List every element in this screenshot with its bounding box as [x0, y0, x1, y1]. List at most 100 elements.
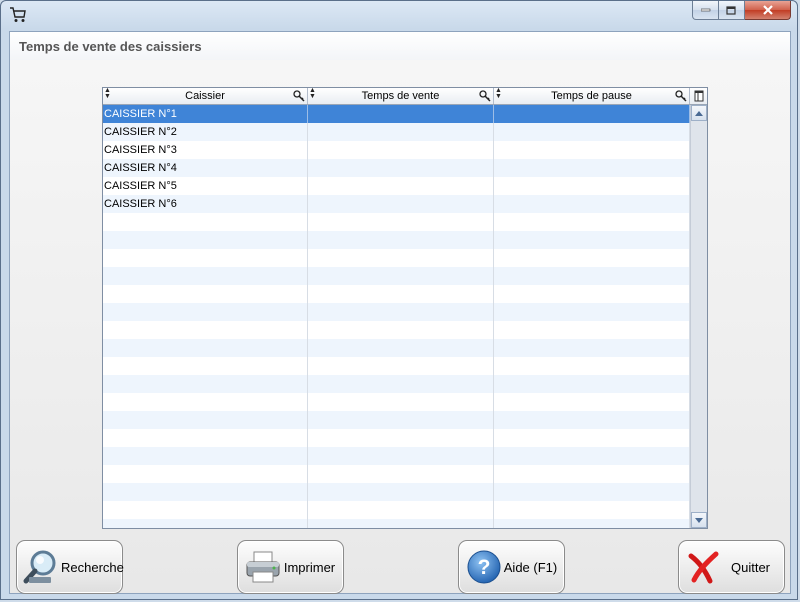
- table-cell: [308, 501, 494, 519]
- search-button[interactable]: Recherche: [16, 540, 124, 594]
- sort-arrows-icon[interactable]: ▲ ▼: [104, 88, 111, 100]
- table-cell: [308, 231, 494, 249]
- search-icon[interactable]: [479, 90, 491, 102]
- table-cell: [494, 213, 690, 231]
- close-button[interactable]: [745, 1, 791, 20]
- table-row[interactable]: [103, 267, 690, 285]
- page-title: Temps de vente des caissiers: [19, 39, 202, 54]
- table-row[interactable]: [103, 357, 690, 375]
- vertical-scrollbar[interactable]: [690, 105, 707, 528]
- magnifier-icon: [23, 550, 56, 584]
- help-icon: ?: [467, 550, 501, 584]
- help-button[interactable]: ? Aide (F1): [458, 540, 565, 594]
- table-cell: [308, 411, 494, 429]
- table-cell: [494, 501, 690, 519]
- sort-arrows-icon[interactable]: ▲ ▼: [495, 88, 502, 100]
- column-header-temps-de-pause[interactable]: ▲ ▼ Temps de pause: [494, 88, 690, 104]
- print-button-label: Imprimer: [283, 559, 336, 575]
- maximize-button[interactable]: [719, 1, 745, 20]
- table-cell: [494, 447, 690, 465]
- scroll-up-button[interactable]: [691, 105, 707, 121]
- quit-button[interactable]: Quitter: [678, 540, 785, 594]
- table-cell: [308, 393, 494, 411]
- table-cell: [308, 267, 494, 285]
- table-cell: [103, 465, 308, 483]
- table-cell: [103, 267, 308, 285]
- table-cell: [494, 159, 690, 177]
- table-row[interactable]: CAISSIER N°1: [103, 105, 690, 123]
- table-cell: [494, 123, 690, 141]
- table-row[interactable]: CAISSIER N°3: [103, 141, 690, 159]
- table-cell: [103, 213, 308, 231]
- chevron-up-icon: [695, 110, 703, 116]
- table-cell: [103, 303, 308, 321]
- table-cell: [308, 429, 494, 447]
- column-config-button[interactable]: [690, 88, 707, 105]
- table-cell: [494, 267, 690, 285]
- table-row[interactable]: CAISSIER N°5: [103, 177, 690, 195]
- table-cell: CAISSIER N°6: [103, 195, 308, 213]
- table-row[interactable]: CAISSIER N°2: [103, 123, 690, 141]
- table-cell: [494, 411, 690, 429]
- help-button-label: Aide (F1): [503, 559, 558, 575]
- table-row[interactable]: [103, 285, 690, 303]
- table-row[interactable]: [103, 447, 690, 465]
- minimize-button[interactable]: [692, 1, 719, 20]
- table-cell: [308, 465, 494, 483]
- table-row[interactable]: [103, 321, 690, 339]
- table-row[interactable]: [103, 375, 690, 393]
- column-header-temps-de-vente[interactable]: ▲ ▼ Temps de vente: [308, 88, 494, 104]
- table-cell: [494, 483, 690, 501]
- table-row[interactable]: [103, 231, 690, 249]
- table-row[interactable]: [103, 411, 690, 429]
- table-cell: [494, 321, 690, 339]
- title-bar[interactable]: [1, 1, 797, 27]
- table-cell: [308, 249, 494, 267]
- svg-text:?: ?: [478, 556, 491, 579]
- print-button[interactable]: Imprimer: [237, 540, 344, 594]
- table-row[interactable]: [103, 339, 690, 357]
- table-row[interactable]: [103, 303, 690, 321]
- table-row[interactable]: CAISSIER N°6: [103, 195, 690, 213]
- table-cell: [494, 249, 690, 267]
- search-icon[interactable]: [293, 90, 305, 102]
- table-cell: [308, 321, 494, 339]
- table-row[interactable]: [103, 501, 690, 519]
- quit-button-label: Quitter: [730, 559, 770, 575]
- table-cell: [308, 177, 494, 195]
- table-cell: [103, 231, 308, 249]
- table-cell: CAISSIER N°3: [103, 141, 308, 159]
- table-cell: [103, 411, 308, 429]
- column-header-caissier[interactable]: ▲ ▼ Caissier: [103, 88, 308, 104]
- table-row[interactable]: [103, 483, 690, 501]
- table-row[interactable]: [103, 465, 690, 483]
- table-cell: CAISSIER N°1: [103, 105, 308, 123]
- table-row[interactable]: [103, 249, 690, 267]
- close-icon: [762, 4, 773, 15]
- table-cell: [308, 447, 494, 465]
- table-cell: [308, 285, 494, 303]
- table-cell: [103, 501, 308, 519]
- maximize-icon: [726, 5, 736, 15]
- scroll-down-button[interactable]: [691, 512, 707, 528]
- table-row[interactable]: [103, 429, 690, 447]
- table-cell: [494, 105, 690, 123]
- chevron-down-icon: [695, 517, 703, 523]
- table-cell: [494, 231, 690, 249]
- client-area: Temps de vente des caissiers ▲ ▼ Caissier…: [9, 31, 791, 594]
- table-cell: [308, 519, 494, 528]
- sort-arrows-icon[interactable]: ▲ ▼: [309, 88, 316, 100]
- search-icon[interactable]: [675, 90, 687, 102]
- columns-icon: [694, 90, 703, 102]
- cart-icon: [10, 7, 26, 22]
- table-cell: CAISSIER N°4: [103, 159, 308, 177]
- table-cell: [494, 177, 690, 195]
- table-row[interactable]: CAISSIER N°4: [103, 159, 690, 177]
- table-cell: [494, 339, 690, 357]
- table-cell: [494, 429, 690, 447]
- table-row[interactable]: [103, 393, 690, 411]
- table-cell: [494, 285, 690, 303]
- table-row[interactable]: [103, 213, 690, 231]
- column-label: Temps de vente: [361, 90, 440, 102]
- table-row[interactable]: [103, 519, 690, 528]
